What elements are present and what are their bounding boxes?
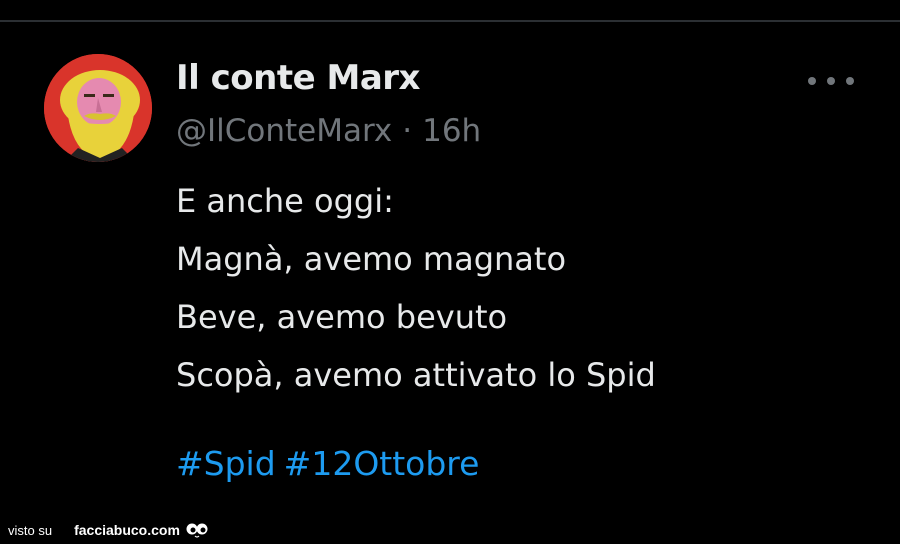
top-divider	[0, 20, 900, 22]
author-meta: @IlConteMarx · 16h	[176, 113, 481, 149]
more-dot	[808, 77, 816, 85]
author-display-name[interactable]: Il conte Marx	[176, 58, 420, 98]
hashtag-link-spid[interactable]: #Spid	[176, 444, 276, 483]
watermark: visto su facciabuco.com	[8, 522, 208, 538]
watermark-site: facciabuco.com	[74, 522, 180, 538]
tweet-text-line: E anche oggi:	[176, 182, 394, 220]
more-horizontal-icon[interactable]	[808, 70, 854, 92]
author-handle[interactable]: @IlConteMarx	[176, 113, 392, 149]
hashtag-link-12ottobre[interactable]: #12Ottobre	[284, 444, 480, 483]
more-dot	[827, 77, 835, 85]
karl-marx-pop-art-avatar-icon	[44, 54, 152, 162]
more-dot	[846, 77, 854, 85]
avatar[interactable]	[44, 54, 152, 162]
tweet-hashtags: #Spid #12Ottobre	[176, 444, 487, 483]
tweet-text: E anche oggi: Magnà, avemo magnato Beve,…	[176, 172, 876, 404]
tweet-text-line: Magnà, avemo magnato	[176, 240, 567, 278]
meta-separator: ·	[402, 113, 413, 149]
eyes-logo-icon	[186, 523, 208, 538]
tweet-text-line: Beve, avemo bevuto	[176, 298, 508, 336]
tweet-text-line: Scopà, avemo attivato lo Spid	[176, 356, 656, 394]
tweet-timestamp[interactable]: 16h	[422, 113, 481, 149]
watermark-prefix: visto su	[8, 522, 53, 538]
